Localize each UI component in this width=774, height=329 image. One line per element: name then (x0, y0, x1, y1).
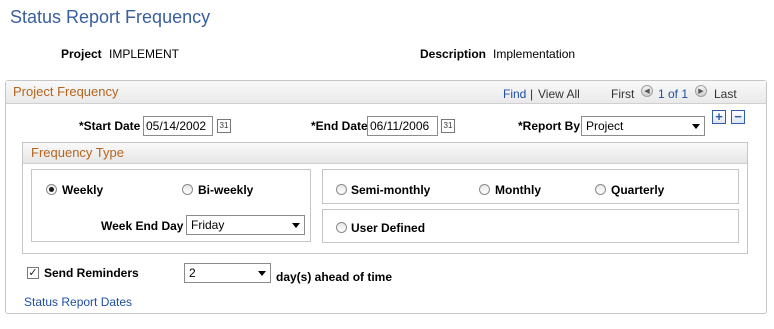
week-end-day-value: Friday (191, 218, 225, 232)
last-label: Last (714, 87, 737, 101)
reminder-days-value: 2 (189, 266, 196, 280)
weekly-label: Weekly (62, 183, 104, 197)
reminder-days-suffix: day(s) ahead of time (276, 270, 393, 284)
project-frequency-title: Project Frequency (13, 84, 119, 99)
project-value: IMPLEMENT (109, 47, 180, 61)
status-report-dates-link[interactable]: Status Report Dates (24, 295, 132, 309)
weekly-radio[interactable] (46, 184, 57, 195)
row-position: 1 of 1 (658, 87, 689, 101)
frequency-type-title: Frequency Type (31, 145, 124, 160)
find-link[interactable]: Find (503, 87, 526, 101)
page-title: Status Report Frequency (10, 7, 211, 27)
chevron-down-icon (258, 271, 266, 276)
frequency-type-header (23, 143, 747, 164)
biweekly-radio[interactable] (182, 184, 193, 195)
monthly-label: Monthly (495, 183, 541, 197)
report-by-label: *Report By (518, 119, 581, 133)
end-date-input[interactable]: 06/11/2006 (367, 116, 438, 136)
semi-monthly-radio[interactable] (336, 184, 347, 195)
send-reminders-label: Send Reminders (44, 266, 139, 280)
user-defined-label: User Defined (351, 221, 426, 235)
delete-row-button[interactable]: − (731, 110, 745, 124)
reminder-days-select[interactable]: 2 (184, 263, 271, 283)
first-label: First (611, 87, 635, 101)
report-by-value: Project (586, 119, 624, 133)
start-date-label: *Start Date (79, 119, 141, 133)
quarterly-radio[interactable] (595, 184, 606, 195)
send-reminders-checkbox[interactable]: ✓ (27, 267, 39, 279)
monthly-radio[interactable] (479, 184, 490, 195)
start-date-input[interactable]: 05/14/2002 (143, 116, 213, 136)
nav-separator: | (530, 87, 534, 101)
description-label: Description (420, 47, 487, 61)
add-row-button[interactable]: + (712, 110, 726, 124)
view-all-link[interactable]: View All (538, 87, 580, 101)
end-date-label: *End Date (311, 119, 368, 133)
next-icon[interactable]: ▶ (695, 85, 707, 97)
report-by-select[interactable]: Project (581, 116, 705, 136)
quarterly-label: Quarterly (611, 183, 665, 197)
description-value: Implementation (493, 47, 576, 61)
start-date-calendar-icon[interactable]: 31 (217, 119, 231, 133)
user-defined-radio[interactable] (336, 222, 347, 233)
end-date-calendar-icon[interactable]: 31 (441, 119, 455, 133)
week-end-day-label: Week End Day (101, 219, 184, 233)
previous-icon[interactable]: ◀ (641, 85, 653, 97)
semi-monthly-label: Semi-monthly (351, 183, 431, 197)
week-end-day-select[interactable]: Friday (186, 215, 305, 235)
project-label: Project (61, 47, 102, 61)
chevron-down-icon (692, 124, 700, 129)
biweekly-label: Bi-weekly (198, 183, 254, 197)
chevron-down-icon (292, 223, 300, 228)
